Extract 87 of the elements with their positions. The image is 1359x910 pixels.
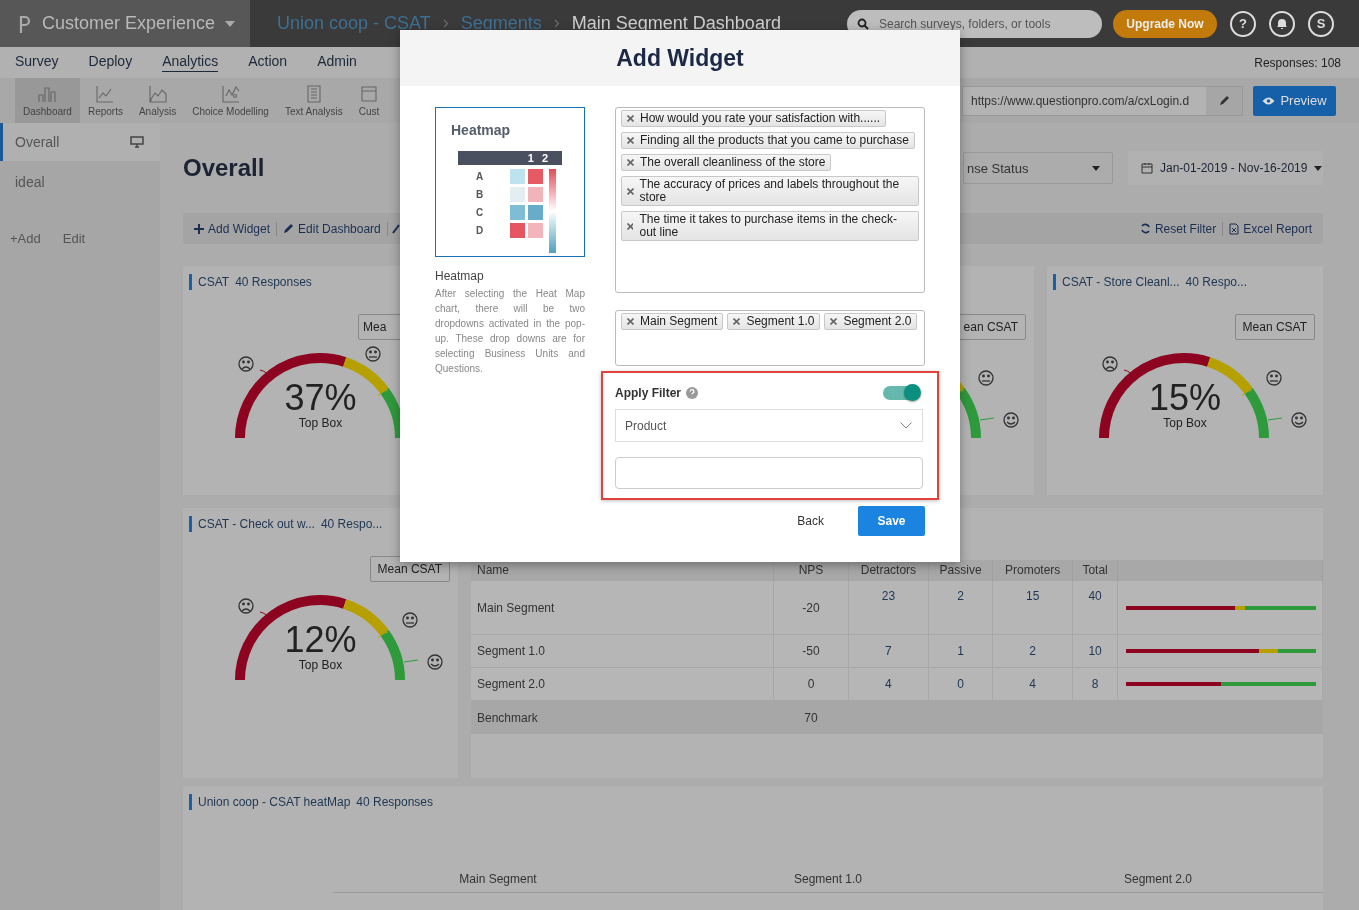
response-count: 40 Responses — [356, 795, 434, 809]
segment-tag[interactable]: Segment 2.0 — [824, 313, 918, 330]
question-tag[interactable]: How would you rate your satisfaction with...... — [621, 110, 887, 127]
segment-select[interactable]: Main Segment Segment 1.0 Segment 2.0 — [615, 310, 925, 366]
row-label: B — [475, 189, 485, 200]
breadcrumb: Main Segment Dashboard — [571, 13, 781, 34]
user-avatar[interactable]: S — [1308, 10, 1334, 37]
table-cell: 2 — [992, 634, 1073, 668]
gauge-label: Top Box — [1163, 416, 1207, 430]
row-label: D — [475, 225, 485, 236]
sidebar-item[interactable]: Overall — [0, 123, 160, 161]
table-cell: 15 — [992, 580, 1073, 635]
url-field[interactable]: https://www.questionpro.com/a/cxLogin.d — [962, 85, 1243, 116]
gauge-label: Top Box — [298, 416, 343, 430]
toolbar-item[interactable]: Dashboard — [15, 78, 80, 123]
table-cell: 2 — [928, 580, 993, 635]
chart-preview-card[interactable]: Heatmap 1 2 A B C D — [435, 107, 585, 257]
widget-title: CSAT - Store Cleanl... — [1062, 275, 1180, 289]
gauge-label: Top Box — [298, 658, 343, 672]
date-range-dropdown[interactable]: Jan-01-2019 - Nov-16-2019 — [1128, 151, 1323, 185]
gauge-value: 37% — [284, 380, 357, 416]
column-header: Total — [1072, 560, 1118, 581]
toolbar-item[interactable]: Cust — [350, 78, 380, 123]
excel-report-link[interactable]: Excel Report — [1223, 221, 1312, 236]
response-count: 40 Respo... — [1185, 275, 1247, 289]
dialog-title: Add Widget — [616, 44, 744, 72]
table-cell: 1 — [928, 634, 993, 668]
page-title: Overall — [183, 154, 265, 182]
column-header: Passive — [928, 560, 993, 581]
back-button[interactable]: Back — [797, 514, 824, 528]
table-cell: 23 — [848, 580, 929, 635]
toolbar-item[interactable]: Text Analysis — [276, 78, 351, 123]
table-cell: 10 — [1072, 634, 1118, 668]
widget-title: CSAT — [198, 275, 230, 289]
column-header: Name — [471, 560, 774, 581]
help-button[interactable]: ? — [1230, 10, 1256, 37]
table-cell: 7 — [848, 634, 929, 668]
row-label: A — [475, 171, 485, 182]
gauge-value: 15% — [1148, 380, 1222, 416]
response-count: 40 Responses — [235, 275, 312, 289]
axis-label: Main Segment — [459, 872, 537, 886]
response-count: 40 Respo... — [320, 517, 383, 531]
table-cell: 40 — [1072, 580, 1118, 635]
chart-name: Heatmap — [435, 269, 485, 283]
search-field[interactable]: Search surveys, folders, or tools — [877, 15, 1096, 32]
menu-item[interactable]: Deploy — [88, 53, 133, 72]
chart-description: After selecting the Heat Map chart, there will be two dropdowns activated in the pop-up. These drop downs are for selecting Business Units and Questions. — [435, 287, 585, 376]
column-label: 2 — [541, 152, 548, 164]
preview-button[interactable]: Preview — [1253, 85, 1336, 116]
row-label: C — [475, 207, 485, 218]
table-cell: Main Segment — [471, 580, 774, 635]
widget-title: CSAT - Check out w... — [198, 517, 315, 531]
save-button[interactable]: Save — [858, 506, 925, 536]
question-tag[interactable]: The overall cleanliness of the store — [621, 154, 832, 171]
column-header: Promoters — [992, 560, 1073, 581]
filter-dropdown[interactable]: Product — [615, 409, 923, 442]
table-cell: -50 — [773, 634, 849, 668]
reset-filter-link[interactable]: Reset Filter — [1139, 221, 1224, 236]
table-cell: Benchmark — [471, 700, 774, 734]
preview-title: Heatmap — [451, 122, 512, 138]
question-tag[interactable]: The time it takes to purchase items in the check-out line — [621, 211, 919, 241]
menu-item[interactable]: Analytics — [162, 53, 219, 72]
segment-tag[interactable]: Segment 1.0 — [727, 313, 821, 330]
response-count: Responses: 108 — [1254, 55, 1341, 70]
axis-label: Segment 2.0 — [1123, 872, 1192, 886]
gauge-value: 12% — [284, 622, 357, 658]
action-link[interactable]: Edit Dashboard — [277, 221, 388, 236]
status-dropdown[interactable]: nse Status — [963, 152, 1113, 184]
mean-csat-button[interactable]: Mean CSAT — [1234, 314, 1315, 340]
table-cell: -20 — [773, 580, 849, 635]
menu-item[interactable]: Survey — [15, 53, 59, 72]
table-cell: Segment 1.0 — [471, 634, 774, 668]
filter-label: Apply Filter — [615, 386, 681, 400]
action-link[interactable]: Add Widget — [194, 221, 278, 236]
search-bar[interactable]: Search surveys, folders, or tools — [847, 9, 1102, 38]
question-tag[interactable]: The accuracy of prices and labels throughout the store — [621, 176, 919, 206]
segment-tag[interactable]: Main Segment — [621, 313, 724, 330]
widget-title: Union coop - CSAT heatMap — [198, 795, 351, 809]
toolbar-item[interactable]: Analysis — [130, 78, 185, 123]
column-label: 1 — [527, 152, 534, 164]
axis-label: Segment 1.0 — [793, 872, 862, 886]
table-cell: 70 — [773, 700, 849, 734]
menu-item[interactable]: Action — [248, 53, 288, 72]
toolbar-item[interactable]: Choice Modelling — [184, 78, 277, 123]
toolbar-item[interactable]: Reports — [79, 78, 131, 123]
menu-item[interactable]: Admin — [317, 53, 357, 72]
question-tag[interactable]: Finding all the products that you came to purchase — [621, 132, 915, 149]
